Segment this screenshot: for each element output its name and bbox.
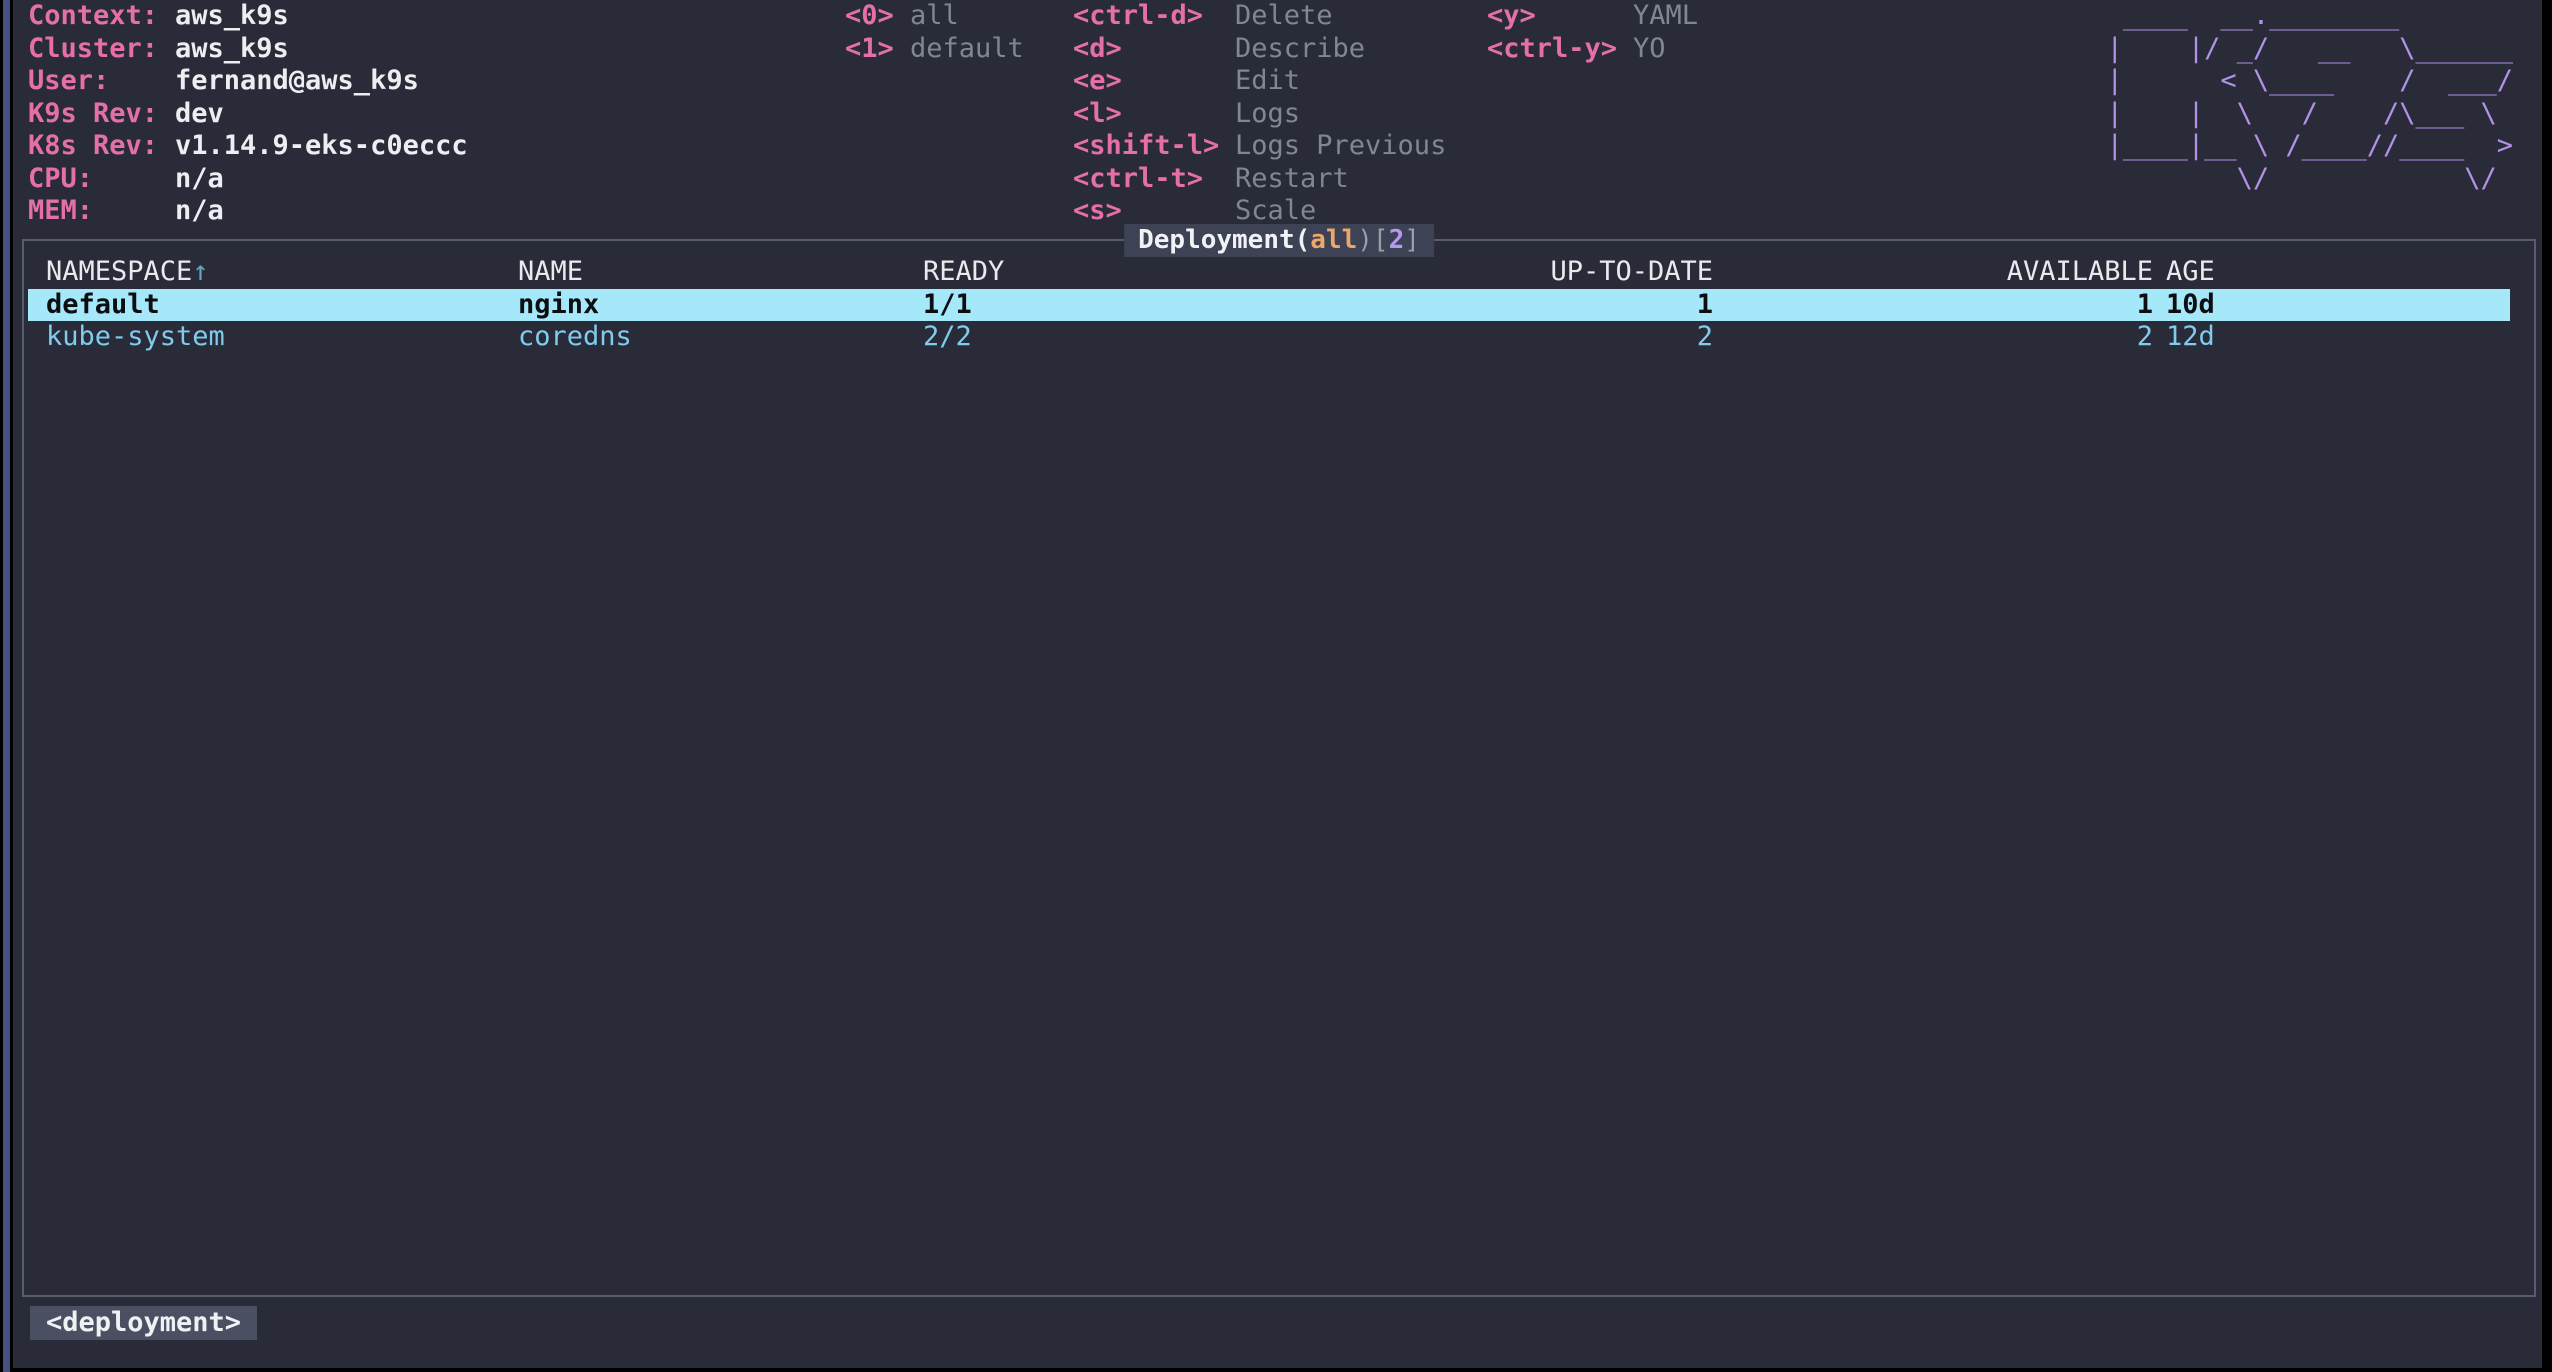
hotkey-item: <ctrl-y>YO [1487, 33, 1698, 66]
title-separator: )[ [1357, 225, 1388, 255]
hotkey-key: <ctrl-y> [1487, 33, 1633, 66]
hotkey-item: <0>all [845, 0, 1024, 33]
breadcrumb: <deployment> [30, 1306, 257, 1340]
info-label: K8s Rev: [28, 130, 175, 163]
hotkey-label: default [910, 33, 1024, 64]
hotkey-item: <y>YAML [1487, 0, 1698, 33]
hotkey-item: <s>Scale [1073, 195, 1446, 228]
info-label: Context: [28, 0, 175, 33]
column-header-namespace: NAMESPACE↑ [46, 256, 518, 289]
hotkey-key: <y> [1487, 0, 1633, 33]
hotkey-label: YAML [1633, 0, 1698, 31]
hotkey-item: <1>default [845, 33, 1024, 66]
hotkey-key: <d> [1073, 33, 1235, 66]
hotkey-item: <ctrl-t>Restart [1073, 163, 1446, 196]
table-header-row: NAMESPACE↑ NAME READY UP-TO-DATE AVAILAB… [28, 256, 2510, 289]
info-row-user: User:fernand@aws_k9s [28, 65, 468, 98]
table-row-nginx[interactable]: default nginx 1/1 1 1 10d [28, 289, 2510, 322]
info-label: User: [28, 65, 175, 98]
breadcrumb-deployment[interactable]: <deployment> [30, 1306, 257, 1340]
info-label: Cluster: [28, 33, 175, 66]
hotkey-label: Describe [1235, 33, 1365, 64]
hotkey-label: Restart [1235, 163, 1349, 194]
cell-up-to-date: 2 [1087, 321, 1713, 354]
hotkey-key: <ctrl-t> [1073, 163, 1235, 196]
hotkey-label: Delete [1235, 0, 1333, 31]
hotkey-key: <ctrl-d> [1073, 0, 1235, 33]
hotkey-label: all [910, 0, 959, 31]
info-row-k8s-rev: K8s Rev:v1.14.9-eks-c0eccc [28, 130, 468, 163]
cell-up-to-date: 1 [1087, 289, 1713, 322]
column-header-age: AGE [2153, 256, 2510, 289]
hotkey-label: Logs Previous [1235, 130, 1446, 161]
hotkey-label: Logs [1235, 98, 1300, 129]
title-count: 2 [1389, 225, 1405, 255]
hotkey-label: Scale [1235, 195, 1316, 226]
hotkeys-actions: <ctrl-d>Delete <d>Describe <e>Edit <l>Lo… [1073, 0, 1446, 228]
info-value: fernand@aws_k9s [175, 65, 419, 96]
window-frame-strip [3, 0, 10, 1372]
logo-line: \/ \/ [2107, 163, 2513, 196]
hotkeys-namespaces: <0>all <1>default [845, 0, 1024, 65]
hotkey-label: Edit [1235, 65, 1300, 96]
logo-line: | < \____ / ___/ [2107, 65, 2513, 98]
hotkey-key: <s> [1073, 195, 1235, 228]
info-value: aws_k9s [175, 33, 289, 64]
hotkey-key: <1> [845, 33, 910, 66]
column-header-name: NAME [518, 256, 923, 289]
cluster-info-panel: Context:aws_k9s Cluster:aws_k9s User:fer… [28, 0, 468, 228]
cell-age: 12d [2153, 321, 2510, 354]
info-row-cpu: CPU:n/a [28, 163, 468, 196]
info-row-k9s-rev: K9s Rev:dev [28, 98, 468, 131]
logo-line: | | \ / /\___ \ [2107, 98, 2513, 131]
info-row-context: Context:aws_k9s [28, 0, 468, 33]
table-title-badge: Deployment(all)[2] [1124, 224, 1434, 257]
cell-ready: 2/2 [923, 321, 1087, 354]
hotkey-label: YO [1633, 33, 1666, 64]
column-header-up-to-date: UP-TO-DATE [1087, 256, 1713, 289]
title-bracket-close: ] [1404, 225, 1420, 255]
k9s-logo: ____ __.________ | |/ _/ __ \______ | < … [2107, 0, 2513, 195]
info-row-mem: MEM:n/a [28, 195, 468, 228]
info-value: n/a [175, 163, 224, 194]
cell-available: 1 [1713, 289, 2153, 322]
cell-name: coredns [518, 321, 923, 354]
hotkey-item: <e>Edit [1073, 65, 1446, 98]
k9s-terminal: Context:aws_k9s Cluster:aws_k9s User:fer… [13, 0, 2542, 1368]
cell-namespace: kube-system [46, 321, 518, 354]
column-header-ready: READY [923, 256, 1087, 289]
sort-arrow-icon: ↑ [192, 256, 208, 287]
hotkey-key: <l> [1073, 98, 1235, 131]
hotkeys-yaml: <y>YAML <ctrl-y>YO [1487, 0, 1698, 65]
logo-line: | |/ _/ __ \______ [2107, 33, 2513, 66]
hotkey-item: <shift-l>Logs Previous [1073, 130, 1446, 163]
info-value: n/a [175, 195, 224, 226]
info-label: MEM: [28, 195, 175, 228]
table-row-coredns[interactable]: kube-system coredns 2/2 2 2 12d [28, 321, 2510, 354]
cell-ready: 1/1 [923, 289, 1087, 322]
cell-age: 10d [2153, 289, 2510, 322]
hotkey-key: <e> [1073, 65, 1235, 98]
column-header-available: AVAILABLE [1713, 256, 2153, 289]
title-resource: Deployment( [1138, 225, 1310, 255]
info-label: CPU: [28, 163, 175, 196]
cell-available: 2 [1713, 321, 2153, 354]
deployments-table: Deployment(all)[2] NAMESPACE↑ NAME READY… [22, 239, 2536, 1297]
title-filter: all [1310, 225, 1357, 255]
info-value: v1.14.9-eks-c0eccc [175, 130, 468, 161]
logo-line: ____ __.________ [2107, 0, 2513, 33]
logo-line: |____|__ \ /____//____ > [2107, 130, 2513, 163]
cell-name: nginx [518, 289, 923, 322]
info-value: aws_k9s [175, 0, 289, 31]
info-label: K9s Rev: [28, 98, 175, 131]
hotkey-item: <ctrl-d>Delete [1073, 0, 1446, 33]
hotkey-key: <0> [845, 0, 910, 33]
hotkey-key: <shift-l> [1073, 130, 1235, 163]
cell-namespace: default [46, 289, 518, 322]
hotkey-item: <l>Logs [1073, 98, 1446, 131]
info-value: dev [175, 98, 224, 129]
hotkey-item: <d>Describe [1073, 33, 1446, 66]
info-row-cluster: Cluster:aws_k9s [28, 33, 468, 66]
